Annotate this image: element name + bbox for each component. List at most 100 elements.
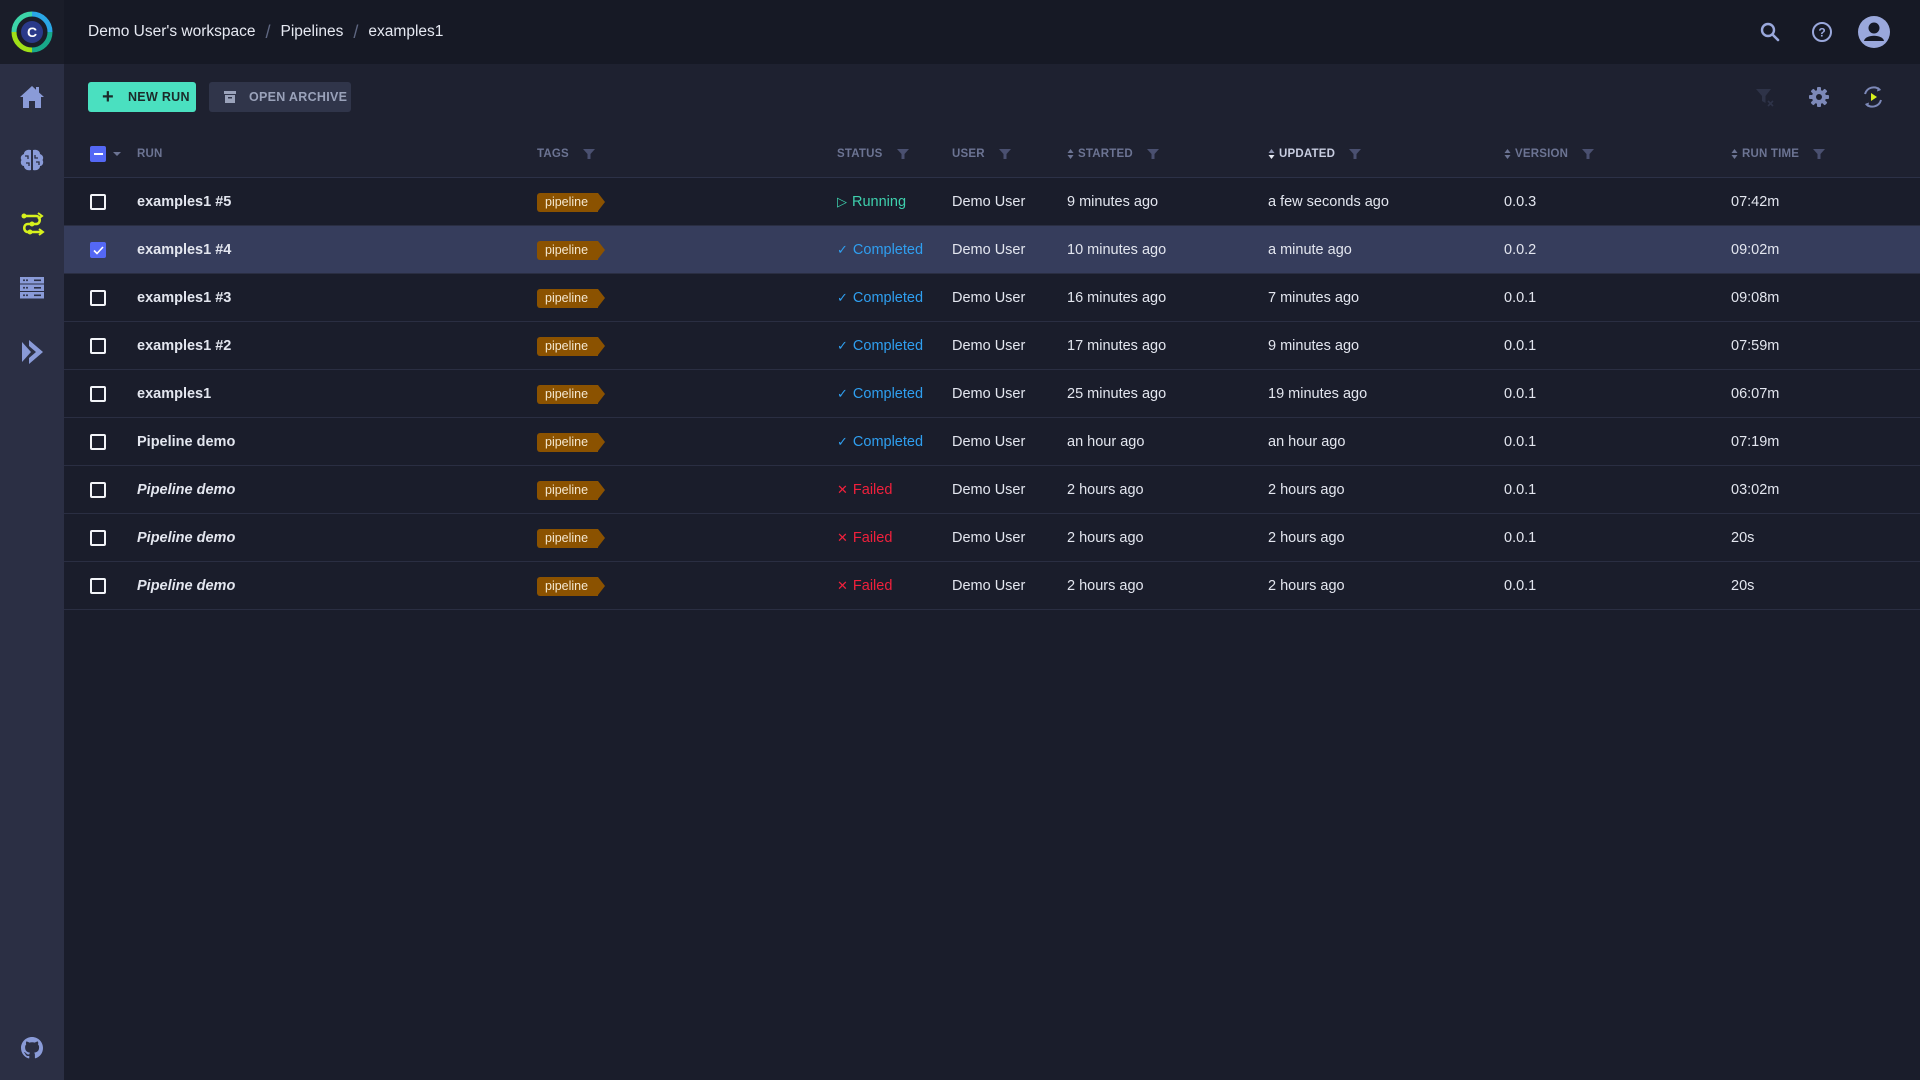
user-menu-button[interactable]: [1848, 8, 1900, 56]
column-header-updated[interactable]: UPDATED: [1268, 130, 1362, 178]
row-checkbox[interactable]: [90, 434, 106, 450]
auto-refresh-button[interactable]: [1846, 77, 1900, 117]
row-checkbox[interactable]: [90, 194, 106, 210]
tag-badge[interactable]: pipeline: [537, 384, 606, 404]
runtime-cell: 07:42m: [1731, 194, 1780, 210]
column-header-started[interactable]: STARTED: [1067, 130, 1159, 178]
run-name[interactable]: Pipeline demo: [137, 562, 235, 610]
run-name[interactable]: Pipeline demo: [137, 466, 235, 514]
row-select-cell: [90, 178, 106, 226]
table-row[interactable]: examples1 #3 pipeline ✓ Completed Demo U…: [64, 274, 1920, 322]
select-menu-chevron-down-icon[interactable]: [112, 151, 122, 157]
column-header-runtime[interactable]: RUN TIME: [1731, 130, 1826, 178]
run-name[interactable]: Pipeline demo: [137, 514, 235, 562]
row-checkbox[interactable]: [90, 290, 106, 306]
tag-badge[interactable]: pipeline: [537, 432, 606, 452]
sidebar-item-home[interactable]: [0, 73, 64, 121]
status-label: Running: [852, 194, 907, 210]
runtime-filter-button[interactable]: [1813, 148, 1826, 160]
column-header-user[interactable]: USER: [952, 130, 1011, 178]
open-archive-button[interactable]: OPEN ARCHIVE: [209, 82, 351, 112]
status-cell: ▷ Running: [837, 178, 906, 226]
filter-icon: [1349, 149, 1362, 159]
clear-filters-button[interactable]: [1738, 77, 1792, 117]
table-row[interactable]: Pipeline demo pipeline ✕ Failed Demo Use…: [64, 562, 1920, 610]
tag-badge[interactable]: pipeline: [537, 480, 606, 500]
clear-filters-icon: [1756, 89, 1774, 107]
row-checkbox[interactable]: [90, 338, 106, 354]
row-select-cell: [90, 226, 106, 274]
sidebar-item-pipelines[interactable]: [0, 200, 64, 248]
row-checkbox[interactable]: [90, 530, 106, 546]
user-cell: Demo User: [952, 578, 1026, 594]
version-cell: 0.0.1: [1504, 578, 1537, 594]
version-cell: 0.0.1: [1504, 386, 1537, 402]
home-icon: [20, 86, 44, 108]
column-header-tags[interactable]: TAGS: [537, 130, 595, 178]
top-bar-actions: ?: [1744, 0, 1900, 64]
row-select-cell: [90, 562, 106, 610]
breadcrumb-workspace[interactable]: Demo User's workspace: [88, 23, 255, 41]
status-icon: ✓: [837, 338, 848, 353]
search-button[interactable]: [1744, 8, 1796, 56]
breadcrumb: Demo User's workspace / Pipelines / exam…: [88, 22, 443, 43]
svg-text:C: C: [27, 24, 37, 40]
breadcrumb-pipelines[interactable]: Pipelines: [281, 23, 344, 41]
tag-badge[interactable]: pipeline: [537, 528, 606, 548]
run-name[interactable]: examples1 #5: [137, 178, 231, 226]
table-row[interactable]: examples1 #4 pipeline ✓ Completed Demo U…: [64, 226, 1920, 274]
app-logo[interactable]: C: [0, 0, 64, 64]
table-row[interactable]: Pipeline demo pipeline ✕ Failed Demo Use…: [64, 466, 1920, 514]
runtime-cell: 03:02m: [1731, 482, 1780, 498]
sidebar-item-projects[interactable]: [0, 136, 64, 184]
column-header-version[interactable]: VERSION: [1504, 130, 1595, 178]
user-filter-button[interactable]: [998, 148, 1011, 160]
started-cell: 10 minutes ago: [1067, 242, 1167, 258]
open-archive-label: OPEN ARCHIVE: [249, 90, 348, 104]
table-row[interactable]: examples1 #5 pipeline ▷ Running Demo Use…: [64, 178, 1920, 226]
status-filter-button[interactable]: [896, 148, 909, 160]
row-checkbox[interactable]: [90, 386, 106, 402]
table-row[interactable]: examples1 pipeline ✓ Completed Demo User…: [64, 370, 1920, 418]
started-filter-button[interactable]: [1146, 148, 1159, 160]
column-header-status[interactable]: STATUS: [837, 130, 909, 178]
sidebar-item-orchestration[interactable]: [0, 328, 64, 376]
updated-filter-button[interactable]: [1349, 148, 1362, 160]
tag-badge[interactable]: pipeline: [537, 336, 606, 356]
run-name[interactable]: examples1 #2: [137, 322, 231, 370]
run-name[interactable]: examples1 #4: [137, 226, 231, 274]
sidebar-item-datasets[interactable]: [0, 264, 64, 312]
tag-badge[interactable]: pipeline: [537, 288, 606, 308]
new-run-button[interactable]: + NEW RUN: [88, 82, 196, 112]
status-badge: ✓ Completed: [837, 434, 923, 450]
updated-cell: a few seconds ago: [1268, 194, 1389, 210]
toolbar: + NEW RUN OPEN ARCHIVE: [64, 64, 1920, 130]
help-button[interactable]: ?: [1796, 8, 1848, 56]
table-row[interactable]: Pipeline demo pipeline ✓ Completed Demo …: [64, 418, 1920, 466]
row-checkbox[interactable]: [90, 482, 106, 498]
runtime-cell: 20s: [1731, 530, 1755, 546]
breadcrumb-current-pipeline[interactable]: examples1: [368, 23, 443, 41]
row-checkbox[interactable]: [90, 242, 106, 258]
started-cell: 17 minutes ago: [1067, 338, 1167, 354]
version-cell: 0.0.3: [1504, 194, 1537, 210]
tags-filter-button[interactable]: [582, 148, 595, 160]
table-row[interactable]: examples1 #2 pipeline ✓ Completed Demo U…: [64, 322, 1920, 370]
select-all-checkbox[interactable]: [90, 146, 106, 162]
user-cell: Demo User: [952, 434, 1026, 450]
run-name[interactable]: examples1: [137, 370, 211, 418]
row-checkbox[interactable]: [90, 578, 106, 594]
settings-button[interactable]: [1792, 77, 1846, 117]
tag-badge[interactable]: pipeline: [537, 240, 606, 260]
table-row[interactable]: Pipeline demo pipeline ✕ Failed Demo Use…: [64, 514, 1920, 562]
tag-badge[interactable]: pipeline: [537, 192, 606, 212]
filter-icon: [896, 149, 909, 159]
user-cell: Demo User: [952, 338, 1026, 354]
run-name[interactable]: examples1 #3: [137, 274, 231, 322]
tag-badge[interactable]: pipeline: [537, 576, 606, 596]
version-filter-button[interactable]: [1582, 148, 1595, 160]
updated-cell: an hour ago: [1268, 434, 1346, 450]
github-link[interactable]: [0, 1024, 64, 1072]
column-header-run[interactable]: RUN: [137, 130, 163, 178]
run-name[interactable]: Pipeline demo: [137, 418, 235, 466]
